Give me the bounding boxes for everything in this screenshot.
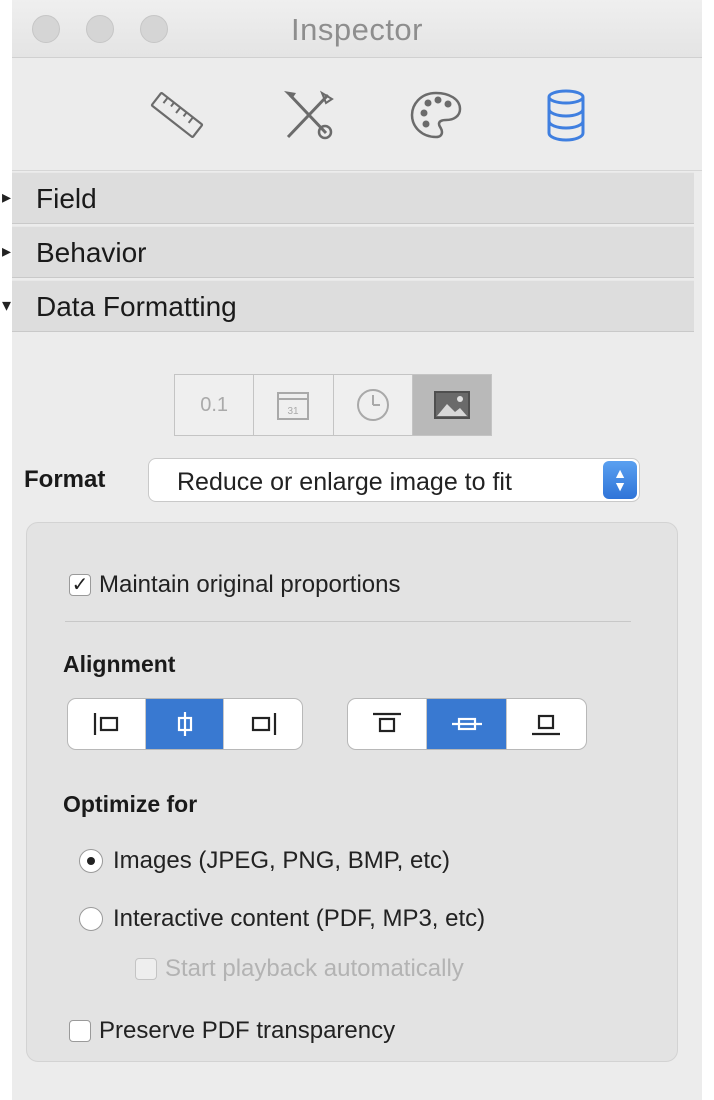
number-format-button[interactable]: 0.1: [175, 375, 255, 435]
data-type-selector: 0.1 31: [174, 374, 492, 436]
align-bottom-icon: [532, 714, 561, 736]
align-center-icon: [177, 712, 192, 736]
disclosure-right-icon: ▸: [2, 241, 12, 261]
format-select-value: Reduce or enlarge image to fit: [177, 468, 512, 496]
disclosure-right-icon: ▸: [2, 187, 12, 207]
optimize-for-label: Optimize for: [63, 791, 198, 817]
checkmark-icon: ✓: [69, 574, 91, 596]
clock-icon: [356, 389, 389, 421]
section-label: Data Formatting: [36, 291, 237, 322]
preserve-pdf-label: Preserve PDF transparency: [99, 1017, 396, 1044]
align-right-button[interactable]: [224, 699, 302, 749]
section-data-formatting-header[interactable]: ▾ Data Formatting: [2, 280, 694, 332]
chevron-updown-icon: ▲ ▼: [603, 461, 637, 499]
maintain-proportions-label: Maintain original proportions: [99, 571, 401, 598]
image-options-group: ✓ Maintain original proportions Alignmen…: [26, 522, 678, 1062]
time-format-button[interactable]: [334, 375, 413, 435]
palette-icon[interactable]: [406, 85, 466, 145]
tools-icon[interactable]: [278, 85, 338, 145]
format-label: Format: [24, 466, 106, 493]
section-behavior-header[interactable]: ▸ Behavior: [2, 226, 694, 278]
radio-images[interactable]: Images (JPEG, PNG, BMP, etc): [79, 847, 450, 875]
divider: [65, 621, 631, 622]
align-top-icon: [373, 712, 402, 733]
align-left-icon: [93, 713, 118, 735]
ruler-icon[interactable]: [147, 85, 207, 145]
checkbox-empty-icon: [69, 1020, 91, 1042]
section-field-header[interactable]: ▸ Field: [2, 172, 694, 224]
radio-interactive-label: Interactive content (PDF, MP3, etc): [113, 905, 486, 932]
align-left-button[interactable]: [68, 699, 147, 749]
radio-interactive-content[interactable]: Interactive content (PDF, MP3, etc): [79, 905, 485, 933]
inspector-window: Inspector ▸ Field ▸ Behavior ▾ Data Form…: [2, 0, 702, 1100]
disclosure-down-icon: ▾: [2, 295, 12, 315]
title-bar: Inspector: [12, 0, 702, 58]
start-playback-checkbox[interactable]: Start playback automatically: [135, 955, 464, 983]
horizontal-alignment-control: [67, 698, 303, 750]
section-label: Field: [36, 183, 97, 214]
maintain-proportions-checkbox[interactable]: ✓ Maintain original proportions: [69, 571, 401, 599]
image-format-button[interactable]: [412, 375, 491, 435]
align-right-icon: [251, 713, 277, 735]
align-top-button[interactable]: [348, 699, 428, 749]
radio-images-label: Images (JPEG, PNG, BMP, etc): [113, 847, 450, 874]
align-middle-icon: [451, 717, 482, 731]
inspector-toolbar: [12, 59, 702, 171]
date-format-button[interactable]: 31: [254, 375, 334, 435]
alignment-label: Alignment: [63, 651, 176, 677]
number-format-label: 0.1: [200, 393, 229, 416]
checkbox-empty-icon: [135, 958, 157, 980]
radio-unselected-icon: [79, 907, 103, 931]
image-icon: [433, 391, 470, 419]
preserve-pdf-transparency-checkbox[interactable]: Preserve PDF transparency: [69, 1017, 395, 1045]
align-middle-button[interactable]: [427, 699, 507, 749]
database-icon[interactable]: [536, 85, 596, 145]
calendar-icon: 31: [277, 392, 310, 420]
align-center-button[interactable]: [146, 699, 225, 749]
section-label: Behavior: [36, 237, 147, 268]
format-select[interactable]: Reduce or enlarge image to fit ▲ ▼: [148, 458, 640, 502]
svg-text:31: 31: [288, 406, 300, 417]
start-playback-label: Start playback automatically: [165, 955, 464, 982]
radio-selected-icon: [79, 849, 103, 873]
window-title: Inspector: [290, 12, 423, 47]
vertical-alignment-control: [347, 698, 587, 750]
align-bottom-button[interactable]: [507, 699, 586, 749]
